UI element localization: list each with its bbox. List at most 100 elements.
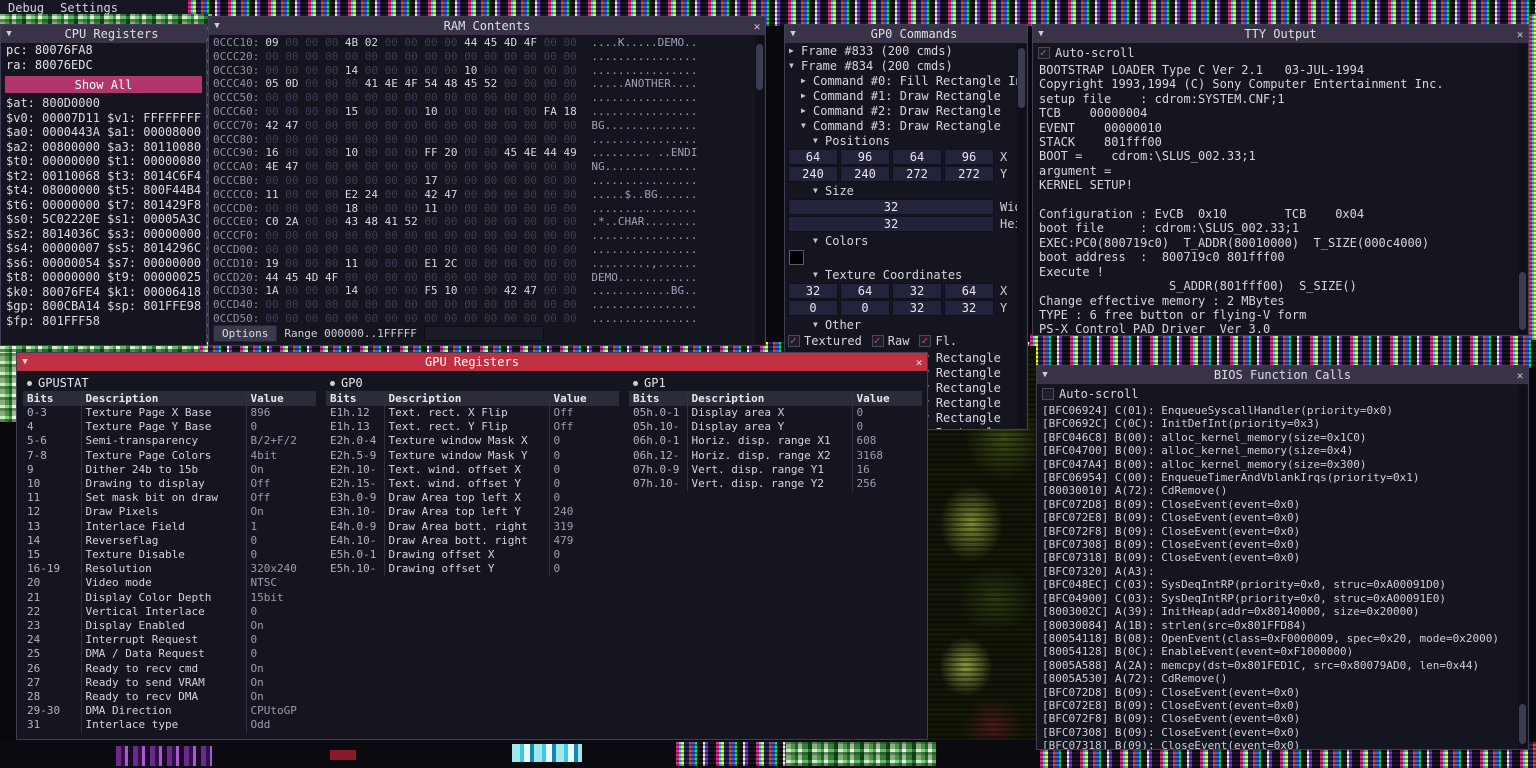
ram-row[interactable]: 0CCC60: 00 00 00 00 15 00 00 00 10 00 00 …: [213, 105, 761, 119]
chevron-right-icon[interactable]: ▶: [801, 91, 813, 100]
section-texture-coordinates[interactable]: ▼ Texture Coordinates: [785, 267, 1027, 282]
ram-row[interactable]: 0CCCA0: 4E 47 00 00 00 00 00 00 00 00 00 …: [213, 160, 761, 174]
collapse-arrow-icon[interactable]: ▼: [209, 21, 225, 31]
flag-checkbox[interactable]: [788, 334, 800, 347]
ram-row[interactable]: 0CCD10: 19 00 00 00 11 00 00 00 E1 2C 00 …: [213, 257, 761, 271]
ram-row[interactable]: 0CCC30: 00 00 00 00 14 00 00 00 00 00 10 …: [213, 64, 761, 78]
value-cell[interactable]: 240: [840, 166, 890, 182]
bios-calls-titlebar[interactable]: ▼ BIOS Function Calls ✕: [1037, 366, 1528, 384]
chevron-right-icon[interactable]: ▶: [801, 106, 813, 115]
ram-row[interactable]: 0CCC80: 00 00 00 00 00 00 00 00 00 00 00 …: [213, 133, 761, 147]
chevron-down-icon[interactable]: ▼: [813, 320, 825, 329]
command-node-open[interactable]: ▼ Command #3: Draw Rectangle: [785, 118, 1027, 133]
value-cell[interactable]: 32: [788, 283, 838, 299]
bios-scrollbar[interactable]: [1518, 385, 1527, 748]
scrollbar-thumb[interactable]: [1519, 272, 1526, 330]
value-cell[interactable]: 32: [788, 199, 994, 215]
chevron-down-icon[interactable]: ▼: [813, 236, 825, 245]
gp0-scrollbar[interactable]: [1017, 44, 1026, 428]
scrollbar-thumb[interactable]: [1018, 48, 1025, 108]
close-icon[interactable]: ✕: [749, 20, 765, 33]
collapse-arrow-icon[interactable]: ▼: [785, 29, 801, 39]
value-cell[interactable]: 32: [944, 300, 994, 316]
chevron-down-icon[interactable]: ▼: [813, 270, 825, 279]
menu-item-debug[interactable]: Debug: [0, 1, 52, 15]
value-cell[interactable]: 32: [892, 300, 942, 316]
value-cell[interactable]: 96: [944, 149, 994, 165]
scrollbar-thumb[interactable]: [756, 44, 763, 90]
gp0-command-row[interactable]: ▶ Command #2: Draw Rectangle: [785, 103, 1027, 118]
flag-checkbox[interactable]: [919, 334, 932, 347]
ram-row[interactable]: 0CCCB0: 00 00 00 00 00 00 00 00 17 00 00 …: [213, 174, 761, 188]
value-cell[interactable]: 0: [840, 300, 890, 316]
ram-row[interactable]: 0CCD50: 00 00 00 00 00 00 00 00 00 00 00 …: [213, 312, 761, 326]
value-cell[interactable]: 0: [788, 300, 838, 316]
value-cell[interactable]: 272: [944, 166, 994, 182]
range-input[interactable]: [423, 326, 544, 341]
frame-node-open[interactable]: ▼ Frame #834 (200 cmds): [785, 58, 1027, 73]
ram-row[interactable]: 0CCC20: 00 00 00 00 00 00 00 00 00 00 00 …: [213, 50, 761, 64]
options-button[interactable]: Options: [213, 325, 278, 342]
chevron-right-icon[interactable]: ▶: [789, 46, 801, 55]
ram-row[interactable]: 0CCD00: 00 00 00 00 00 00 00 00 00 00 00 …: [213, 243, 761, 257]
value-cell[interactable]: 96: [840, 149, 890, 165]
gp0-commands-titlebar[interactable]: ▼ GP0 Commands: [785, 25, 1027, 43]
gp0-command-row[interactable]: ▶ Command #1: Draw Rectangle: [785, 88, 1027, 103]
close-icon[interactable]: ✕: [1512, 369, 1528, 382]
ram-row[interactable]: 0CCCC0: 11 00 00 00 E2 24 00 00 42 47 00 …: [213, 188, 761, 202]
chevron-down-icon[interactable]: ▼: [813, 186, 825, 195]
register-table: Bits Description Value 05h.0-1 Display area …: [629, 391, 922, 492]
collapse-arrow-icon[interactable]: ▼: [1033, 29, 1049, 39]
ram-row[interactable]: 0CCC90: 16 00 00 00 10 00 00 00 FF 20 00 …: [213, 146, 761, 160]
ram-row[interactable]: 0CCC10: 09 00 00 00 4B 02 00 00 00 00 44 …: [213, 36, 761, 50]
tty-output-titlebar[interactable]: ▼ TTY Output ✕: [1033, 25, 1528, 43]
value-cell[interactable]: 64: [944, 283, 994, 299]
value-cell[interactable]: 32: [892, 283, 942, 299]
close-icon[interactable]: ✕: [1512, 28, 1528, 41]
ram-row[interactable]: 0CCD20: 44 45 4D 4F 00 00 00 00 00 00 00 …: [213, 271, 761, 285]
ram-row[interactable]: 0CCD40: 00 00 00 00 00 00 00 00 00 00 00 …: [213, 298, 761, 312]
ram-row[interactable]: 0CCCD0: 00 00 00 00 18 00 00 00 11 00 00 …: [213, 202, 761, 216]
value-cell[interactable]: 32: [788, 216, 994, 232]
value-cell[interactable]: 64: [840, 283, 890, 299]
chevron-down-icon[interactable]: ▼: [801, 121, 813, 130]
autoscroll-checkbox[interactable]: [1042, 388, 1054, 400]
gp0-command-row[interactable]: ▶Command #0: Fill Rectangle In VRAM: [785, 73, 1027, 88]
window-title: RAM Contents: [443, 19, 531, 33]
menu-item-settings[interactable]: Settings: [52, 1, 126, 15]
collapse-arrow-icon[interactable]: ▼: [1037, 370, 1053, 380]
scrollbar-thumb[interactable]: [1519, 704, 1526, 744]
ram-row[interactable]: 0CCC40: 05 0D 00 00 00 41 4E 4F 54 48 45 …: [213, 77, 761, 91]
ram-row[interactable]: 0CCC50: 00 00 00 00 00 00 00 00 00 00 00 …: [213, 91, 761, 105]
ram-row[interactable]: 0CCC70: 42 47 00 00 00 00 00 00 00 00 00 …: [213, 119, 761, 133]
chevron-down-icon[interactable]: ▼: [789, 61, 801, 70]
frame-node-closed[interactable]: ▶ Frame #833 (200 cmds): [785, 43, 1027, 58]
gpu-registers-titlebar[interactable]: ▼ GPU Registers ✕: [17, 353, 927, 371]
section-positions[interactable]: ▼ Positions: [785, 133, 1027, 148]
value-cell[interactable]: 272: [892, 166, 942, 182]
ram-row[interactable]: 0CCD30: 1A 00 00 00 14 00 00 00 F5 10 00 …: [213, 284, 761, 298]
color-swatch[interactable]: [789, 250, 804, 265]
ram-scrollbar[interactable]: [755, 36, 764, 344]
collapse-arrow-icon[interactable]: ▼: [17, 357, 33, 367]
flag-checkboxes: Textured Raw Fl.: [788, 334, 1024, 348]
value-cell[interactable]: 64: [892, 149, 942, 165]
section-size[interactable]: ▼ Size: [785, 183, 1027, 198]
close-icon[interactable]: ✕: [911, 356, 927, 369]
section-other[interactable]: ▼ Other: [785, 317, 1027, 332]
show-all-button[interactable]: Show All: [5, 76, 202, 93]
cpu-registers-titlebar[interactable]: ▼ CPU Registers: [1, 25, 206, 43]
ram-row[interactable]: 0CCCF0: 00 00 00 00 00 00 00 00 00 00 00 …: [213, 229, 761, 243]
ram-contents-titlebar[interactable]: ▼ RAM Contents ✕: [209, 17, 765, 35]
tty-scrollbar[interactable]: [1518, 44, 1527, 334]
value-cell[interactable]: 240: [788, 166, 838, 182]
chevron-down-icon[interactable]: ▼: [813, 136, 825, 145]
collapse-arrow-icon[interactable]: ▼: [1, 29, 17, 39]
value-cell[interactable]: 64: [788, 149, 838, 165]
ram-row[interactable]: 0CCCE0: C0 2A 00 00 43 48 41 52 00 00 00 …: [213, 215, 761, 229]
table-row: 16-19 Resolution 320x240: [23, 562, 316, 577]
section-colors[interactable]: ▼ Colors: [785, 233, 1027, 248]
flag-checkbox[interactable]: [871, 334, 884, 347]
chevron-right-icon[interactable]: ▶: [801, 76, 813, 85]
autoscroll-checkbox[interactable]: [1038, 46, 1050, 59]
